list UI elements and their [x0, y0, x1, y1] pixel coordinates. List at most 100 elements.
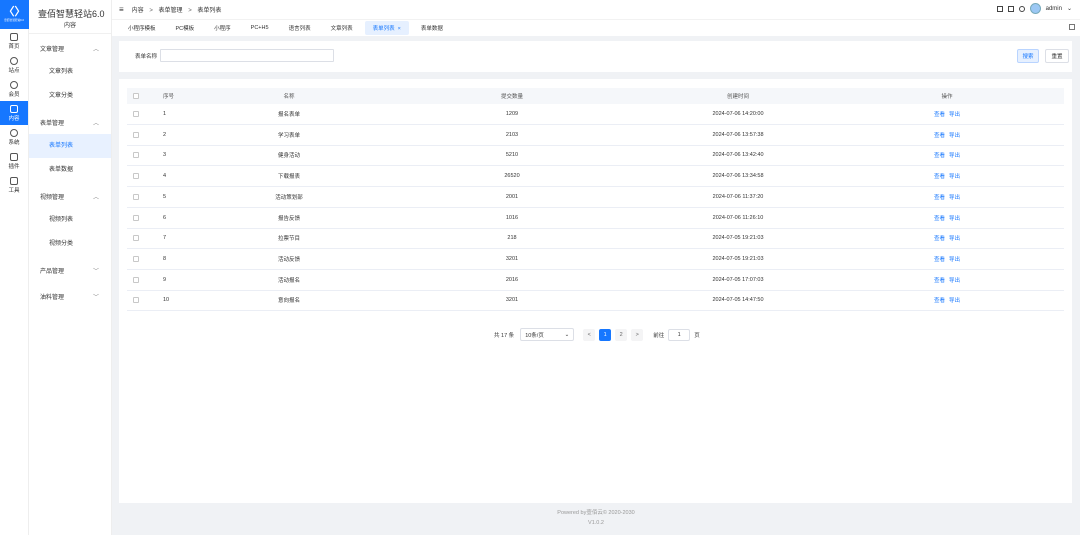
row-created-time: 2024-07-06 14:20:00 — [712, 111, 764, 117]
grid-menu-icon[interactable] — [1069, 24, 1075, 30]
tab-article-list[interactable]: 文章列表 — [323, 21, 361, 35]
rail-item-plugin[interactable]: 插件 — [0, 149, 28, 173]
search-button[interactable]: 搜索 — [1017, 49, 1039, 63]
tab-form-list[interactable]: 表单列表 × — [364, 21, 409, 35]
rail-item-system[interactable]: 系统 — [0, 125, 28, 149]
export-link[interactable]: 导出 — [949, 214, 960, 222]
row-checkbox[interactable] — [133, 104, 139, 124]
row-checkbox[interactable] — [133, 187, 139, 207]
rail-item-home[interactable]: 首页 — [0, 29, 28, 53]
export-link[interactable]: 导出 — [949, 172, 960, 180]
row-form-name: 活动反馈 — [277, 256, 300, 263]
rail-item-tools[interactable]: 工具 — [0, 173, 28, 197]
form-name-input[interactable] — [160, 49, 334, 62]
view-link[interactable]: 查看 — [934, 193, 945, 201]
rail-item-content[interactable]: 内容 — [0, 101, 28, 125]
tab-form-data[interactable]: 表单数据 — [413, 21, 451, 35]
view-link[interactable]: 查看 — [934, 110, 945, 118]
view-link[interactable]: 查看 — [934, 214, 945, 222]
avatar[interactable] — [1029, 3, 1041, 14]
column-header-count: 提交数量 — [500, 94, 523, 100]
row-number: 10 — [163, 297, 170, 304]
translate-icon[interactable] — [1007, 5, 1014, 12]
page-footer: Powered by壹佰云© 2020-2030 V1.0.2 — [112, 508, 1080, 528]
rail-item-site[interactable]: 站点 — [0, 53, 28, 77]
view-link[interactable]: 查看 — [934, 151, 945, 159]
export-link[interactable]: 导出 — [949, 296, 960, 304]
rail-item-member[interactable]: 会员 — [0, 77, 28, 101]
view-link[interactable]: 查看 — [934, 296, 945, 304]
page-button-2[interactable]: 2 — [615, 328, 628, 341]
menu-item-video-category[interactable]: 视频分类 — [29, 232, 111, 256]
next-page-button[interactable]: > — [631, 328, 644, 341]
menu-group-articles[interactable]: 文章管理 ︿ — [29, 36, 111, 60]
row-checkbox[interactable] — [133, 270, 139, 290]
user-icon — [10, 80, 18, 89]
tab-language-list[interactable]: 语言列表 — [281, 21, 319, 35]
column-header-actions: 操作 — [941, 94, 953, 100]
page-button-1[interactable]: 1 — [599, 328, 612, 341]
menu-item-form-list[interactable]: 表单列表 — [29, 134, 111, 158]
menu-item-article-list[interactable]: 文章列表 — [29, 60, 111, 84]
view-link[interactable]: 查看 — [934, 131, 945, 139]
select-all-checkbox[interactable] — [133, 88, 139, 104]
hamburger-menu-icon[interactable]: ≡ — [119, 5, 124, 14]
table-row: 2 学习表单 2103 2024-07-06 13:57:38 查看 导出 — [127, 125, 1064, 146]
row-checkbox[interactable] — [133, 228, 139, 248]
row-checkbox[interactable] — [133, 290, 139, 310]
reset-button[interactable]: 重置 — [1045, 49, 1069, 63]
gear-icon — [10, 128, 18, 137]
breadcrumb: 内容 > 表单管理 > 表单列表 — [132, 5, 222, 14]
export-link[interactable]: 导出 — [949, 110, 960, 118]
tab-mini-template[interactable]: 小程序模板 — [120, 21, 164, 35]
goto-page-input[interactable]: 1 — [668, 328, 691, 341]
breadcrumb-item[interactable]: 内容 — [132, 8, 144, 14]
footer-version: V1.0.2 — [588, 520, 604, 526]
row-checkbox[interactable] — [133, 125, 139, 145]
menu-item-form-data[interactable]: 表单数据 — [29, 158, 111, 182]
menu-item-video-list[interactable]: 视频列表 — [29, 208, 111, 232]
fullscreen-icon[interactable] — [996, 5, 1003, 12]
row-submit-count: 1016 — [505, 214, 519, 221]
row-form-name: 健身活动 — [277, 153, 300, 160]
view-link[interactable]: 查看 — [934, 255, 945, 263]
view-link[interactable]: 查看 — [934, 172, 945, 180]
chevron-down-icon[interactable]: ⌄ — [1067, 5, 1072, 12]
tab-mini-program[interactable]: 小程序 — [206, 21, 239, 35]
tab-pc-template[interactable]: PC模板 — [168, 21, 203, 35]
page-size-select[interactable]: 10条/页 ⌄ — [520, 328, 575, 341]
row-submit-count: 26520 — [504, 173, 520, 180]
theme-icon[interactable] — [1018, 5, 1025, 12]
prev-page-button[interactable]: < — [583, 328, 596, 341]
row-checkbox[interactable] — [133, 208, 139, 228]
menu-item-article-category[interactable]: 文章分类 — [29, 84, 111, 108]
menu-group-products[interactable]: 产品管理 ﹀ — [29, 258, 111, 282]
view-link[interactable]: 查看 — [934, 276, 945, 284]
tab-pc-h5[interactable]: PC+H5 — [243, 22, 277, 34]
row-checkbox[interactable] — [133, 249, 139, 269]
row-actions: 查看 导出 — [927, 145, 967, 165]
rail-item-label: 系统 — [8, 139, 20, 146]
row-checkbox[interactable] — [133, 166, 139, 186]
view-link[interactable]: 查看 — [934, 234, 945, 242]
export-link[interactable]: 导出 — [949, 151, 960, 159]
menu-group-fuel[interactable]: 油料管理 ﹀ — [29, 284, 111, 308]
menu-group-videos[interactable]: 视频管理 ︿ — [29, 184, 111, 208]
row-actions: 查看 导出 — [927, 187, 967, 207]
username[interactable]: admin — [1046, 6, 1062, 12]
export-link[interactable]: 导出 — [949, 234, 960, 242]
top-header: ≡ 内容 > 表单管理 > 表单列表 admin ⌄ — [112, 0, 1080, 19]
export-link[interactable]: 导出 — [949, 276, 960, 284]
export-link[interactable]: 导出 — [949, 131, 960, 139]
export-link[interactable]: 导出 — [949, 255, 960, 263]
row-actions: 查看 导出 — [927, 104, 967, 124]
app-logo[interactable]: 〈〉 壹佰智慧轻站6.0 — [0, 0, 29, 29]
close-icon[interactable]: × — [398, 26, 401, 32]
menu-group-forms[interactable]: 表单管理 ︿ — [29, 110, 111, 134]
table-row: 4 下载报表 26520 2024-07-06 13:34:58 查看 导出 — [127, 166, 1064, 188]
pagination-total: 共 17 条 — [494, 332, 515, 339]
row-created-time: 2024-07-06 13:34:58 — [712, 173, 764, 180]
breadcrumb-item[interactable]: 表单管理 — [159, 8, 183, 14]
export-link[interactable]: 导出 — [949, 193, 960, 201]
row-checkbox[interactable] — [133, 145, 139, 165]
